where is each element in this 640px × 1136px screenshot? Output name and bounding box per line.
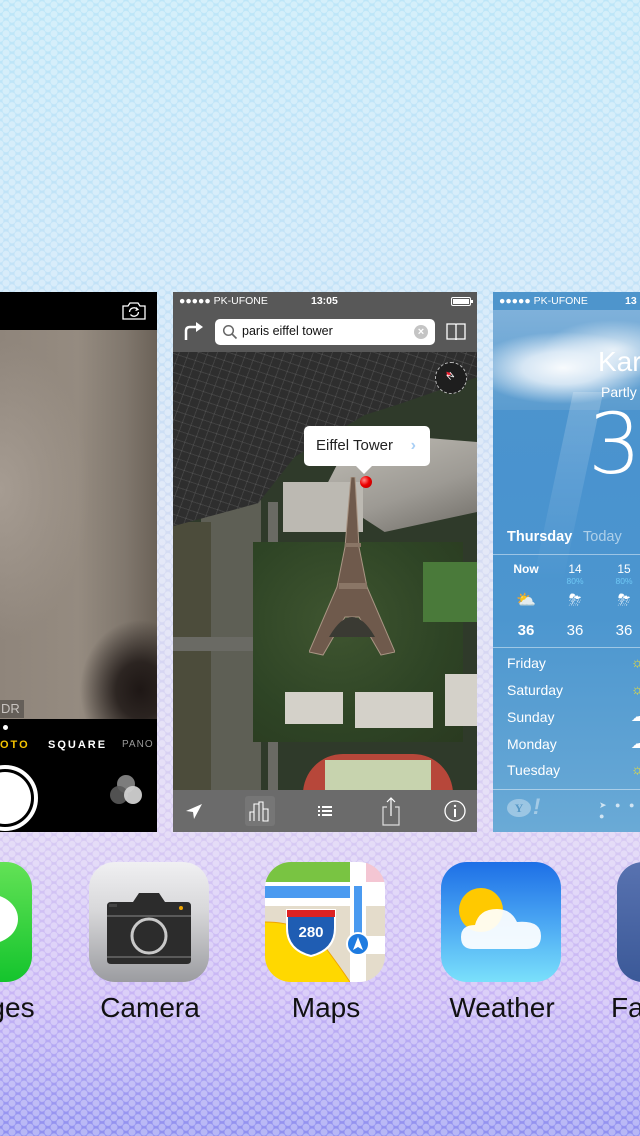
camera-icon — [107, 893, 191, 964]
daily-forecast-day: Friday — [507, 655, 546, 671]
cloud-icon: ☁ — [631, 708, 640, 724]
camera-flip-icon[interactable] — [121, 301, 147, 321]
maps-icon: 280 — [265, 862, 385, 982]
building — [445, 674, 477, 726]
search-icon — [222, 324, 238, 340]
weather-app-icon[interactable] — [441, 862, 561, 982]
status-bar: ●●●●● PK-UFONE 13:05 — [173, 292, 477, 310]
interstate-shield-number: 280 — [298, 924, 323, 941]
yahoo-logo-bang: ! — [533, 794, 541, 819]
maps-app-card[interactable]: N Eiffel Tower › ●●●●● PK-UFONE 13:05 pa… — [173, 292, 477, 832]
daily-forecast-day: Saturday — [507, 682, 564, 698]
hourly-forecast-item: 14 80% ⛈ 36 — [555, 562, 595, 639]
directions-icon[interactable] — [183, 320, 205, 342]
app-label-weather: Weather — [449, 992, 555, 1023]
place-callout[interactable]: Eiffel Tower › — [304, 426, 430, 474]
carrier-label: ●●●●● PK-UFONE — [499, 295, 588, 307]
eiffel-tower — [309, 477, 395, 656]
share-icon[interactable] — [376, 796, 406, 826]
battery-icon — [451, 297, 473, 306]
thunderstorm-icon: ⛈ — [568, 592, 582, 609]
building — [355, 692, 433, 728]
camera-top-bar — [0, 292, 157, 330]
day-label: Thursday — [507, 529, 573, 545]
map-pin[interactable] — [360, 476, 372, 488]
camera-viewfinder — [0, 330, 157, 719]
daily-forecast-day: Tuesday — [507, 762, 561, 778]
facebook-app-icon[interactable] — [617, 862, 640, 982]
camera-app-card[interactable]: DR OTO SQUARE PANO — [0, 292, 157, 832]
sun-icon: ☼ — [631, 681, 640, 697]
daily-forecast-day: Monday — [507, 736, 557, 752]
yahoo-logo[interactable]: Y — [507, 799, 531, 817]
app-label-camera: Camera — [100, 992, 200, 1023]
sun-icon: ☼ — [631, 654, 640, 670]
river-seine — [173, 522, 211, 790]
weather-app-card[interactable]: ●●●●● PK-UFONE 13 Kar Partly 3 Thursday … — [493, 292, 640, 832]
info-icon[interactable] — [440, 796, 470, 826]
clock: 13 — [625, 295, 637, 307]
compass-button[interactable]: N — [435, 362, 467, 394]
bookmarks-icon[interactable] — [445, 322, 467, 342]
camera-mode-bar: OTO SQUARE PANO — [0, 719, 157, 832]
sports-track — [303, 754, 453, 790]
3d-buildings-icon[interactable] — [245, 796, 275, 826]
app-label-facebook: Fa — [611, 992, 640, 1023]
callout-title: Eiffel Tower — [316, 437, 393, 454]
mode-pano[interactable]: PANO — [122, 739, 154, 750]
app-label-maps: Maps — [291, 992, 361, 1023]
page-indicator[interactable]: ➤ ● ● ● — [599, 800, 640, 821]
today-label: Today — [583, 529, 622, 545]
filters-icon[interactable] — [107, 771, 145, 809]
current-temperature: 3 — [588, 395, 640, 493]
map-view[interactable]: N Eiffel Tower › — [173, 352, 477, 790]
clear-search-icon[interactable]: × — [414, 325, 428, 339]
building — [285, 692, 343, 724]
lawn — [423, 562, 477, 622]
city-name: Kar — [598, 346, 640, 377]
chevron-right-icon[interactable]: › — [411, 426, 416, 466]
maps-app-icon[interactable]: 280 — [265, 862, 385, 982]
sun-icon: ☼ — [631, 761, 640, 777]
camera-app-icon[interactable] — [89, 862, 209, 982]
divider — [493, 647, 640, 648]
list-icon[interactable] — [310, 796, 340, 826]
divider — [493, 789, 640, 790]
divider — [493, 554, 640, 555]
search-field[interactable]: paris eiffel tower × — [215, 319, 435, 345]
shutter-button[interactable] — [0, 765, 38, 831]
daily-forecast-day: Sunday — [507, 709, 555, 725]
hdr-toggle[interactable]: DR — [0, 700, 24, 718]
hourly-forecast-item: Now ⛅ 36 — [506, 562, 546, 639]
maps-toolbar — [173, 790, 477, 832]
partly-cloudy-icon: ⛅ — [516, 592, 536, 609]
maps-nav-bar: ●●●●● PK-UFONE 13:05 paris eiffel tower … — [173, 292, 477, 352]
active-mode-indicator — [3, 725, 8, 730]
status-bar: ●●●●● PK-UFONE 13 — [493, 292, 640, 310]
search-input[interactable]: paris eiffel tower — [242, 324, 333, 338]
hourly-forecast-item: 15 80% ⛈ 36 — [604, 562, 640, 639]
cloud-icon: ☁ — [631, 735, 640, 751]
location-arrow-icon[interactable] — [179, 796, 209, 826]
carrier-label: ●●●●● PK-UFONE — [179, 295, 268, 307]
mode-photo[interactable]: OTO — [0, 739, 30, 751]
messages-app-icon[interactable] — [0, 862, 32, 982]
clock: 13:05 — [311, 295, 338, 307]
weather-icon — [459, 888, 541, 949]
mode-square[interactable]: SQUARE — [48, 739, 107, 751]
thunderstorm-icon: ⛈ — [617, 592, 631, 609]
